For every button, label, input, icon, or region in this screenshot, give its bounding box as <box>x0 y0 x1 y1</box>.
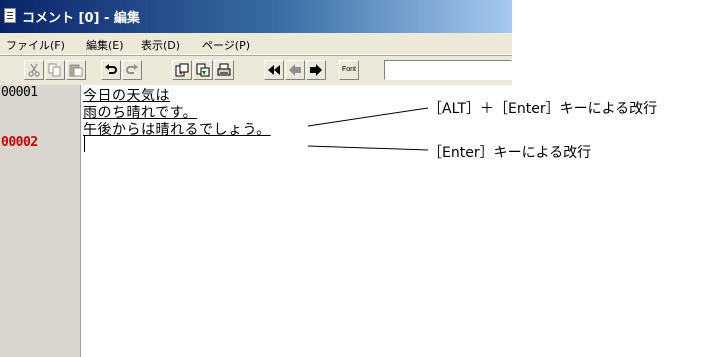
export-button[interactable] <box>193 60 213 80</box>
next-page-icon <box>310 64 322 76</box>
export-icon <box>196 63 210 77</box>
import-icon <box>175 63 189 77</box>
previous-page-button[interactable] <box>285 60 305 80</box>
print-button[interactable] <box>214 60 234 80</box>
menu-view[interactable]: 表示(D) <box>141 37 180 53</box>
first-page-icon <box>268 65 280 75</box>
next-page-button[interactable] <box>306 60 326 80</box>
menu-bar: ファイル(F) 編集(E) 表示(D) ページ(P) <box>0 33 512 55</box>
print-icon <box>217 63 231 76</box>
callout-alt-enter: ［ALT］＋［Enter］キーによる改行 <box>428 101 658 117</box>
text-line: 午後からは晴れるでしょう。 <box>83 122 271 138</box>
line-number-1: 00001 <box>1 85 38 100</box>
copy-icon <box>48 63 61 77</box>
notepad-icon <box>4 8 16 23</box>
text-caret <box>84 136 85 152</box>
previous-page-icon <box>289 64 301 76</box>
line-number-2: 00002 <box>1 135 38 150</box>
toolbar: Font <box>0 55 512 86</box>
toolbar-text-input[interactable] <box>384 60 512 80</box>
cut-button[interactable] <box>24 60 44 80</box>
comment-editor-window: コメント [0] - 編集 ファイル(F) 編集(E) 表示(D) ページ(P) <box>0 0 512 357</box>
paste-icon <box>69 64 83 77</box>
undo-button[interactable] <box>101 60 121 80</box>
copy-button[interactable] <box>45 60 65 80</box>
window-title: コメント [0] - 編集 <box>22 11 140 26</box>
redo-icon <box>126 64 138 74</box>
cut-icon <box>28 63 40 77</box>
callout-enter: ［Enter］キーによる改行 <box>428 145 592 161</box>
font-button[interactable]: Font <box>339 60 359 80</box>
menu-page[interactable]: ページ(P) <box>202 37 250 53</box>
comment-text-area[interactable]: 今日の天気は 雨のち晴れです。 午後からは晴れるでしょう。 <box>81 85 512 357</box>
paste-button[interactable] <box>66 60 86 80</box>
line-number-gutter: 00001 00002 <box>0 85 81 357</box>
undo-icon <box>105 64 117 74</box>
first-page-button[interactable] <box>264 60 284 80</box>
title-bar: コメント [0] - 編集 <box>0 0 512 33</box>
menu-file[interactable]: ファイル(F) <box>6 37 65 53</box>
import-button[interactable] <box>172 60 192 80</box>
menu-edit[interactable]: 編集(E) <box>86 37 124 53</box>
redo-button[interactable] <box>122 60 142 80</box>
